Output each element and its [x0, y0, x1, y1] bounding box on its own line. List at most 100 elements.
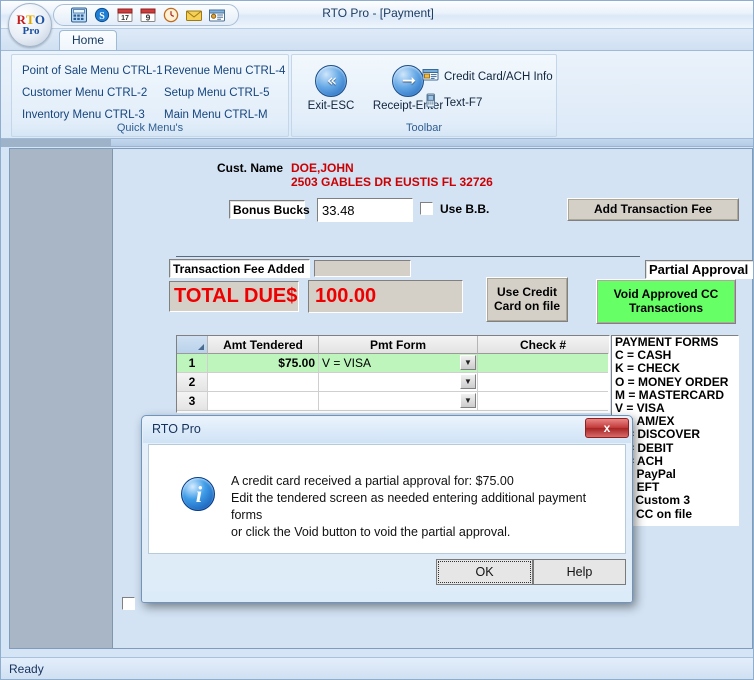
section-divider [176, 256, 640, 257]
partial-approval-dialog: RTO Pro x A credit card received a parti… [141, 415, 633, 603]
mail-icon[interactable] [185, 7, 203, 23]
legend-item-check: K = CHECK [612, 362, 738, 375]
left-panel [10, 149, 113, 648]
svg-text:S: S [99, 11, 105, 22]
exit-icon: « [315, 65, 347, 97]
svg-text:9: 9 [146, 13, 151, 23]
dialog-message-line3: or click the Void button to void the par… [231, 524, 611, 541]
void-button-line1: Void Approved CC [614, 288, 719, 302]
table-row[interactable]: 2 ▼ [177, 373, 609, 392]
help-button[interactable]: Help [533, 559, 626, 585]
cell-pmt-form-1-text: V = VISA [322, 356, 371, 370]
void-button-line2: Transactions [629, 302, 703, 316]
dialog-message-line1: A credit card received a partial approva… [231, 473, 611, 490]
menu-link-revenue[interactable]: Revenue Menu CTRL-4 [164, 65, 285, 77]
cell-pmt-form-3[interactable]: ▼ [319, 392, 478, 411]
menu-link-point-of-sale[interactable]: Point of Sale Menu CTRL-1 [22, 65, 163, 77]
total-due-label: TOTAL DUE$ [169, 281, 299, 312]
chevron-down-icon[interactable]: ▼ [460, 393, 476, 408]
dialog-message-line2: Edit the tendered screen as needed enter… [231, 490, 611, 524]
ribbon-tab-strip: Home [1, 29, 754, 51]
grid-col-amt-tendered[interactable]: Amt Tendered [208, 336, 319, 354]
grid-col-pmt-form[interactable]: Pmt Form [319, 336, 478, 354]
tab-home[interactable]: Home [59, 30, 117, 51]
mdi-strip [1, 139, 754, 147]
chevron-down-icon[interactable]: ▼ [460, 374, 476, 389]
menu-link-inventory[interactable]: Inventory Menu CTRL-3 [22, 109, 145, 121]
quick-menus-body: Point of Sale Menu CTRL-1 Revenue Menu C… [12, 57, 288, 120]
cust-address-value: 2503 GABLES DR EUSTIS FL 32726 [291, 175, 493, 189]
cell-check-num-2[interactable] [478, 373, 608, 392]
info-icon [181, 477, 215, 511]
quick-menus-group-title: Quick Menu's [12, 122, 288, 134]
sync-icon[interactable]: S [93, 7, 111, 23]
row-header-3[interactable]: 3 [177, 392, 208, 411]
toolbar-group-title: Toolbar [292, 122, 556, 134]
dialog-title: RTO Pro [143, 417, 631, 443]
cell-amt-tendered-3[interactable] [208, 392, 319, 411]
payment-grid[interactable]: Amt Tendered Pmt Form Check # 1 $75.00 V… [176, 335, 610, 413]
cell-check-num-1[interactable] [478, 354, 608, 373]
cell-pmt-form-2[interactable]: ▼ [319, 373, 478, 392]
calendar-9-icon[interactable]: 9 [139, 7, 157, 23]
clock-icon[interactable] [162, 7, 180, 23]
credit-card-ach-info-button[interactable]: Credit Card/ACH Info [422, 67, 553, 87]
calendar-17-icon[interactable]: 17 [116, 7, 134, 23]
partial-approval-badge: Partial Approval [645, 260, 754, 279]
total-due-value[interactable]: 100.00 [308, 280, 463, 313]
cell-check-num-3[interactable] [478, 392, 608, 411]
grid-col-check-num[interactable]: Check # [478, 336, 608, 354]
ribbon: Point of Sale Menu CTRL-1 Revenue Menu C… [1, 50, 754, 139]
text-f7-label: Text-F7 [444, 97, 482, 109]
status-text: Ready [9, 662, 44, 676]
contact-card-icon[interactable] [208, 7, 226, 23]
dialog-title-text: RTO Pro [152, 422, 201, 436]
cell-amt-tendered-1[interactable]: $75.00 [208, 354, 319, 373]
menu-link-customer[interactable]: Customer Menu CTRL-2 [22, 87, 147, 99]
exit-button[interactable]: « Exit-ESC [300, 65, 362, 112]
dialog-message: A credit card received a partial approva… [231, 473, 611, 541]
credit-card-icon [422, 67, 439, 87]
use-credit-card-line2: Card on file [494, 300, 560, 314]
svg-text:17: 17 [121, 15, 129, 22]
toolbar-body: « Exit-ESC ➞ Receipt-Enter Credit Card/A… [292, 57, 556, 120]
use-credit-card-on-file-button[interactable]: Use Credit Card on file [486, 277, 568, 322]
table-row[interactable]: 3 ▼ [177, 392, 609, 411]
bonus-bucks-label: Bonus Bucks [229, 200, 305, 219]
cell-pmt-form-1[interactable]: V = VISA ▼ [319, 354, 478, 373]
use-bb-checkbox[interactable] [420, 202, 433, 215]
app-logo[interactable]: RTO Pro [8, 3, 52, 47]
transaction-fee-label: Transaction Fee Added [169, 259, 310, 278]
mobile-phone-icon [422, 93, 439, 113]
cust-name-value: DOE,JOHN [291, 161, 354, 175]
cell-amt-tendered-2[interactable] [208, 373, 319, 392]
grid-corner-cell[interactable] [177, 336, 208, 354]
credit-card-ach-info-label: Credit Card/ACH Info [444, 71, 553, 83]
close-icon[interactable]: x [585, 418, 629, 438]
obscured-option-checkbox[interactable] [122, 597, 135, 610]
calculator-icon[interactable] [70, 7, 88, 23]
logo-pro-text: Pro [9, 25, 53, 37]
use-credit-card-line1: Use Credit [497, 286, 557, 300]
use-bb-label: Use B.B. [440, 202, 489, 216]
add-transaction-fee-button[interactable]: Add Transaction Fee [567, 198, 739, 221]
exit-button-label: Exit-ESC [300, 100, 362, 112]
text-f7-button[interactable]: Text-F7 [422, 93, 482, 113]
void-approved-cc-transactions-button[interactable]: Void Approved CC Transactions [596, 279, 736, 324]
cust-name-label: Cust. Name [217, 161, 283, 175]
menu-link-main[interactable]: Main Menu CTRL-M [164, 109, 268, 121]
legend-item-money-order: O = MONEY ORDER [612, 376, 738, 389]
status-bar: Ready [1, 657, 754, 680]
row-header-1[interactable]: 1 [177, 354, 208, 373]
transaction-fee-value [314, 260, 411, 277]
bonus-bucks-input[interactable]: 33.48 [317, 198, 413, 222]
ok-button[interactable]: OK [436, 559, 533, 585]
ribbon-group-toolbar: « Exit-ESC ➞ Receipt-Enter Credit Card/A… [291, 54, 557, 137]
table-row[interactable]: 1 $75.00 V = VISA ▼ [177, 354, 609, 373]
grid-header-row: Amt Tendered Pmt Form Check # [177, 336, 609, 354]
dialog-body: A credit card received a partial approva… [148, 444, 626, 554]
chevron-down-icon[interactable]: ▼ [460, 355, 476, 370]
menu-link-setup[interactable]: Setup Menu CTRL-5 [164, 87, 269, 99]
mdi-active-segment [1, 139, 111, 146]
row-header-2[interactable]: 2 [177, 373, 208, 392]
